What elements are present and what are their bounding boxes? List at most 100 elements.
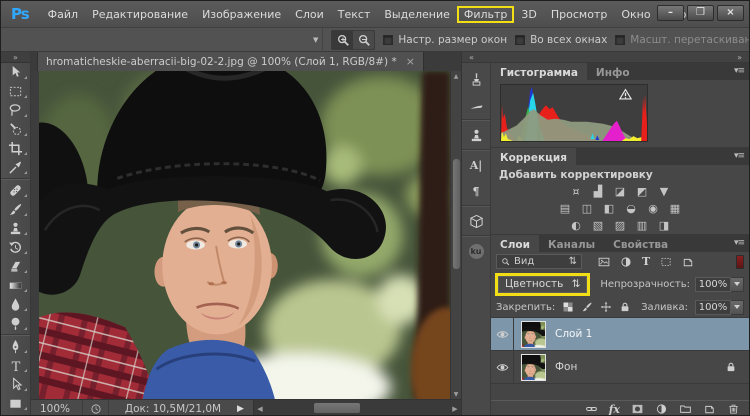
menu-view[interactable]: Просмотр — [544, 6, 614, 23]
levels-icon[interactable]: ▟ — [590, 185, 607, 198]
tool-rectangle[interactable] — [1, 394, 30, 413]
color-balance-icon[interactable]: ◫ — [579, 202, 596, 215]
tab-histogram[interactable]: Гистограмма — [491, 63, 587, 80]
tab-channels[interactable]: Каналы — [539, 235, 604, 252]
filter-type-layers-icon[interactable]: T — [642, 255, 650, 268]
menu-3d[interactable]: 3D — [514, 6, 543, 23]
filter-shape-layers-icon[interactable] — [660, 256, 672, 268]
new-layer-icon[interactable] — [703, 403, 716, 415]
vertical-scroll-thumb[interactable] — [453, 159, 460, 269]
tool-move[interactable] — [1, 63, 30, 82]
black-white-icon[interactable]: ◧ — [601, 202, 618, 215]
panel-menu-icon[interactable]: ▾≡ — [734, 151, 744, 161]
vibrance-icon[interactable]: ▼ — [656, 185, 673, 198]
horizontal-scrollbar[interactable]: ◀ ▶ — [253, 400, 461, 416]
tool-pen[interactable] — [1, 337, 30, 356]
status-menu-arrow-icon[interactable]: ▶ — [237, 404, 253, 414]
lock-position-icon[interactable] — [600, 301, 612, 313]
delete-layer-icon[interactable] — [727, 403, 740, 415]
tool-presets-panel-button[interactable] — [462, 66, 490, 92]
filter-adjustment-layers-icon[interactable] — [620, 256, 632, 268]
document-tab[interactable]: hromaticheskie-aberracii-big-02-2.jpg @ … — [37, 52, 424, 71]
tool-dodge[interactable] — [1, 314, 30, 333]
toolbar-collapse-button[interactable]: » — [1, 52, 30, 63]
kuler-panel-button[interactable]: ku — [462, 238, 490, 264]
posterize-icon[interactable]: ▧ — [590, 219, 607, 232]
fill-value[interactable]: 100% — [695, 300, 731, 315]
tool-eyedropper[interactable] — [1, 158, 30, 177]
dock-collapse-right-icon[interactable]: » — [737, 53, 742, 62]
new-adjustment-layer-icon[interactable] — [655, 403, 668, 415]
scroll-up-icon[interactable]: ▲ — [454, 71, 459, 81]
resize-windows-option[interactable]: Настр. размер окон — [383, 34, 507, 46]
filter-pixel-layers-icon[interactable] — [598, 256, 610, 268]
selective-color-icon[interactable]: ◨ — [656, 219, 673, 232]
menu-type[interactable]: Текст — [331, 6, 378, 23]
opacity-dropdown-icon[interactable] — [731, 277, 744, 292]
visibility-toggle[interactable] — [491, 318, 514, 350]
brush-panel-button[interactable] — [462, 92, 490, 118]
zoom-all-windows-option[interactable]: Во всех окнах — [515, 34, 607, 46]
warning-icon[interactable] — [619, 88, 632, 101]
tab-layers[interactable]: Слои — [491, 235, 539, 252]
tab-adjustments[interactable]: Коррекция — [491, 148, 576, 165]
3d-panel-button[interactable] — [462, 208, 490, 234]
status-zoom-field[interactable]: 100% — [31, 400, 83, 416]
color-lookup-icon[interactable]: ▦ — [667, 202, 684, 215]
scroll-down-icon[interactable]: ▼ — [454, 389, 459, 399]
brightness-contrast-icon[interactable]: ¤ — [568, 185, 585, 198]
menu-window[interactable]: Окно — [614, 6, 657, 23]
dock-collapse-left-icon[interactable]: « — [469, 53, 474, 62]
exposure-icon[interactable]: ◩ — [634, 185, 651, 198]
tool-gradient[interactable] — [1, 276, 30, 295]
layer-row-layer1[interactable]: Слой 1 — [491, 318, 749, 351]
lock-all-icon[interactable] — [619, 301, 631, 313]
tool-history-brush[interactable] — [1, 238, 30, 257]
lock-pixels-icon[interactable] — [581, 301, 593, 313]
canvas-photo[interactable] — [39, 71, 450, 399]
tool-lasso[interactable] — [1, 101, 30, 120]
zoom-in-button[interactable] — [332, 31, 353, 49]
channel-mixer-icon[interactable]: ◉ — [645, 202, 662, 215]
vertical-scrollbar[interactable]: ▲ ▼ — [450, 71, 461, 399]
filter-kind-select[interactable]: Вид ⇅ — [496, 254, 582, 269]
layer-thumbnail[interactable] — [521, 354, 546, 381]
scroll-left-icon[interactable]: ◀ — [254, 405, 266, 413]
gradient-map-icon[interactable]: ▥ — [634, 219, 651, 232]
invert-icon[interactable]: ◐ — [568, 219, 585, 232]
menu-image[interactable]: Изображение — [195, 6, 288, 23]
panel-menu-icon[interactable]: ▾≡ — [734, 66, 744, 76]
tool-eraser[interactable] — [1, 257, 30, 276]
layer-row-background[interactable]: Фон — [491, 351, 749, 384]
minimize-button[interactable]: – — [657, 5, 684, 21]
tool-brush[interactable] — [1, 200, 30, 219]
visibility-toggle[interactable] — [491, 351, 514, 383]
layer-name[interactable]: Фон — [555, 361, 577, 373]
menu-select[interactable]: Выделение — [377, 6, 457, 23]
fill-dropdown-icon[interactable] — [731, 300, 744, 315]
menu-file[interactable]: Файл — [41, 6, 85, 23]
paragraph-panel-button[interactable]: ¶ — [462, 178, 490, 204]
photo-filter-icon[interactable]: ◒ — [623, 202, 640, 215]
maximize-button[interactable]: ❐ — [687, 5, 714, 21]
link-layers-icon[interactable] — [585, 403, 598, 415]
layer-style-icon[interactable]: fx — [609, 403, 620, 416]
clone-source-panel-button[interactable] — [462, 122, 490, 148]
curves-icon[interactable]: ◪ — [612, 185, 629, 198]
status-preview-button[interactable] — [83, 400, 109, 416]
menu-filter[interactable]: Фильтр — [457, 6, 515, 23]
scroll-right-icon[interactable]: ▶ — [449, 405, 461, 413]
filter-smart-objects-icon[interactable] — [682, 256, 694, 268]
tool-clone-stamp[interactable] — [1, 219, 30, 238]
layer-filtering-toggle[interactable] — [736, 255, 744, 269]
close-button[interactable]: × — [717, 5, 744, 21]
tab-close-icon[interactable]: × — [406, 55, 415, 68]
checkbox-icon[interactable] — [515, 35, 525, 45]
menu-edit[interactable]: Редактирование — [85, 6, 195, 23]
opacity-value[interactable]: 100% — [695, 277, 731, 292]
hue-saturation-icon[interactable]: ▤ — [557, 202, 574, 215]
checkbox-icon[interactable] — [383, 35, 393, 45]
lock-transparency-icon[interactable] — [562, 301, 574, 313]
threshold-icon[interactable]: ▨ — [612, 219, 629, 232]
add-layer-mask-icon[interactable] — [631, 403, 644, 415]
